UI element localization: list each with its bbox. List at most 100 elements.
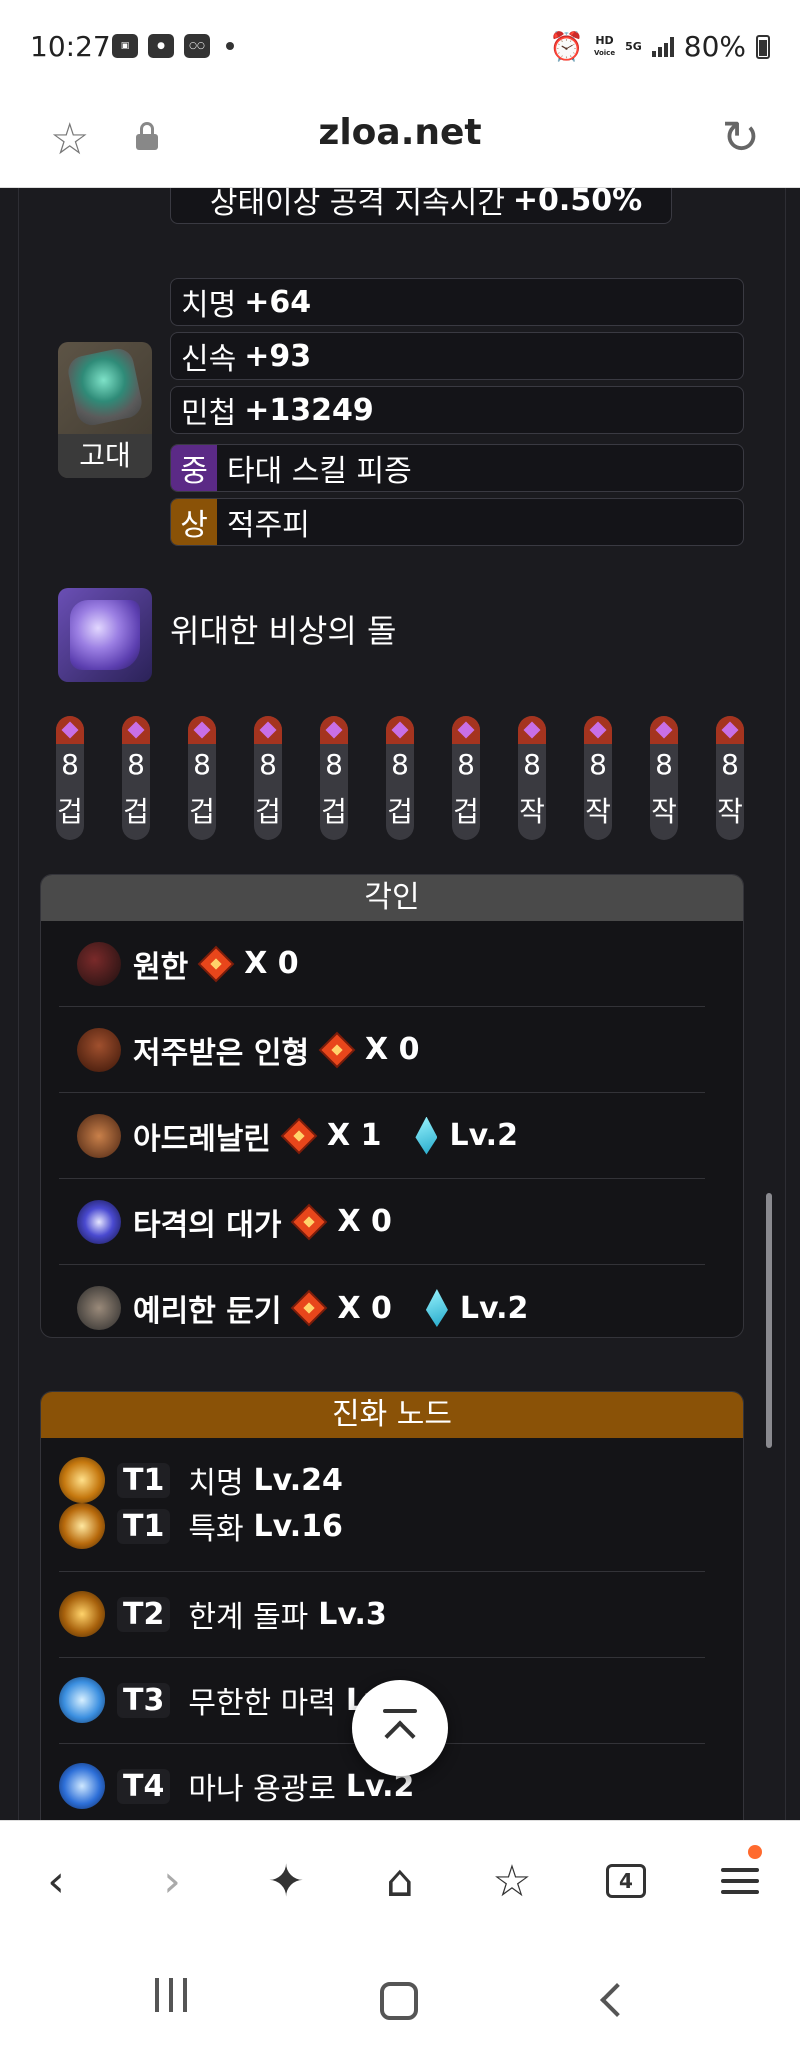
tier-label: T3: [117, 1682, 171, 1718]
engraving-name: 아드레날린: [133, 1121, 271, 1157]
notification-dot: [748, 1845, 762, 1859]
limit-break-node-icon: [59, 1591, 105, 1637]
evolution-line: T3 무한한 마력 Lv.: [59, 1677, 394, 1723]
menu-button[interactable]: [710, 1845, 770, 1911]
engraving-row[interactable]: 저주받은 인형 X 0: [59, 1007, 705, 1093]
engraving-row[interactable]: 타격의 대가 X 0: [59, 1179, 705, 1265]
recents-icon[interactable]: [155, 1978, 187, 2012]
stone-level: Lv.2: [459, 1290, 529, 1326]
engraving-icon: [77, 1199, 121, 1244]
accessory-icon[interactable]: 고대: [58, 342, 152, 478]
stat-value: +13249: [244, 392, 374, 428]
engraving-icon: [77, 1027, 121, 1072]
status-effect-label: 상태이상 공격 지속시간: [209, 188, 505, 221]
stone-art: [70, 600, 140, 670]
menu-icon: [721, 1861, 759, 1901]
ability-stone-icon[interactable]: [58, 588, 152, 682]
network-icon: 5G: [625, 40, 642, 53]
tier-label: T4: [117, 1768, 171, 1804]
status-bar: 10:27 ▣ ● ○○ ⏰ HD Voice 5G 80%: [0, 0, 800, 92]
relic-book-icon: [293, 1206, 325, 1238]
gem-item[interactable]: 8겁: [188, 716, 216, 840]
relic-book-icon: [293, 1292, 325, 1324]
grade-badge-high: 상: [171, 499, 217, 545]
engraving-section: 각인 원한 X 0 저주받은 인형 X 0 아드레날린 X 1 Lv.2 타격의…: [40, 874, 744, 1338]
node-name: 무한한 마력: [188, 1686, 336, 1721]
notification-icons: ▣ ● ○○: [112, 34, 234, 58]
stat-value: +93: [244, 338, 312, 374]
relic-book-icon: [283, 1120, 315, 1152]
gem-item[interactable]: 8겁: [122, 716, 150, 840]
status-time: 10:27: [30, 30, 111, 63]
engraving-name: 저주받은 인형: [133, 1035, 310, 1071]
system-navigation: [0, 1950, 800, 2050]
tabs-button[interactable]: 4: [596, 1851, 656, 1911]
gem-item[interactable]: 8겁: [254, 716, 282, 840]
sparkle-icon[interactable]: ✦: [256, 1851, 316, 1911]
gem-item[interactable]: 8작: [518, 716, 546, 840]
system-back-icon[interactable]: [600, 1983, 634, 2017]
accessory-option-high: 상 적주피: [170, 498, 744, 546]
accessory-grade-label: 고대: [58, 434, 152, 478]
engraving-icon: [77, 941, 121, 986]
gem-item[interactable]: 8겁: [56, 716, 84, 840]
evolution-row[interactable]: T1 치명 Lv.24 T1 특화 Lv.16: [59, 1438, 705, 1572]
gem-item[interactable]: 8겁: [452, 716, 480, 840]
tier-label: T1: [117, 1462, 171, 1498]
node-level: Lv.3: [318, 1596, 387, 1632]
node-level: Lv.24: [253, 1462, 343, 1498]
node-name: 특화: [188, 1512, 244, 1547]
status-effect-value: +0.50%: [512, 188, 643, 218]
stat-name: 치명: [181, 288, 237, 323]
scroll-top-icon: [383, 1709, 417, 1713]
gem-item[interactable]: 8겁: [320, 716, 348, 840]
back-icon[interactable]: ‹: [26, 1851, 86, 1911]
engraving-name: 타격의 대가: [133, 1207, 282, 1243]
relic-book-icon: [200, 948, 232, 980]
relic-book-icon: [321, 1034, 353, 1066]
grade-badge-mid: 중: [171, 445, 217, 491]
engraving-count: X 1: [327, 1118, 382, 1153]
tier-label: T1: [117, 1508, 171, 1544]
ability-stone-crystal-icon: [425, 1289, 448, 1327]
accessory-art: [65, 345, 145, 429]
node-name: 치명: [188, 1466, 244, 1501]
system-home-icon[interactable]: [380, 1982, 418, 2020]
address-bar: ☆ zloa.net ↻: [0, 92, 800, 188]
gem-item[interactable]: 8겁: [386, 716, 414, 840]
more-notifications-icon: [226, 42, 234, 50]
engraving-row[interactable]: 예리한 둔기 X 0 Lv.2: [59, 1265, 705, 1337]
engraving-count: X 0: [244, 946, 299, 981]
scroll-top-button[interactable]: [352, 1680, 448, 1776]
gem-item[interactable]: 8작: [584, 716, 612, 840]
page-scrollbar[interactable]: [766, 1193, 772, 1448]
engraving-count: X 0: [337, 1204, 392, 1239]
evolution-line: T2 한계 돌파 Lv.3: [59, 1591, 387, 1637]
engraving-row[interactable]: 아드레날린 X 1 Lv.2: [59, 1093, 705, 1179]
evolution-row[interactable]: T2 한계 돌파 Lv.3: [59, 1572, 705, 1658]
status-effect-stat: 상태이상 공격 지속시간 +0.50%: [170, 188, 672, 224]
gem-list: 8겁 8겁 8겁 8겁 8겁 8겁 8겁 8작 8작 8작 8작: [40, 716, 760, 846]
engraving-icon: [77, 1113, 121, 1158]
talk-icon: ●: [148, 34, 174, 58]
ability-stone-name: 위대한 비상의 돌: [170, 612, 397, 650]
engraving-icon: [77, 1286, 121, 1330]
accessory-stat-swift: 신속 +93: [170, 332, 744, 380]
home-icon[interactable]: ⌂: [370, 1851, 430, 1911]
tabs-icon: 4: [606, 1864, 646, 1898]
reload-icon[interactable]: ↻: [721, 110, 760, 164]
voicemail-icon: ○○: [184, 34, 210, 58]
accessory-stat-crit: 치명 +64: [170, 278, 744, 326]
gem-item[interactable]: 8작: [650, 716, 678, 840]
gem-item[interactable]: 8작: [716, 716, 744, 840]
stat-name: 신속: [181, 342, 237, 377]
node-name: 한계 돌파: [188, 1600, 309, 1635]
infinite-mana-node-icon: [59, 1677, 105, 1723]
url-domain[interactable]: zloa.net: [0, 112, 800, 153]
forward-icon[interactable]: ›: [142, 1851, 202, 1911]
specialization-node-icon: [59, 1503, 105, 1549]
engraving-count: X 0: [337, 1290, 392, 1326]
bookmarks-icon[interactable]: ☆: [482, 1851, 542, 1911]
engraving-row[interactable]: 원한 X 0: [59, 921, 705, 1007]
engraving-name: 원한: [133, 949, 189, 985]
